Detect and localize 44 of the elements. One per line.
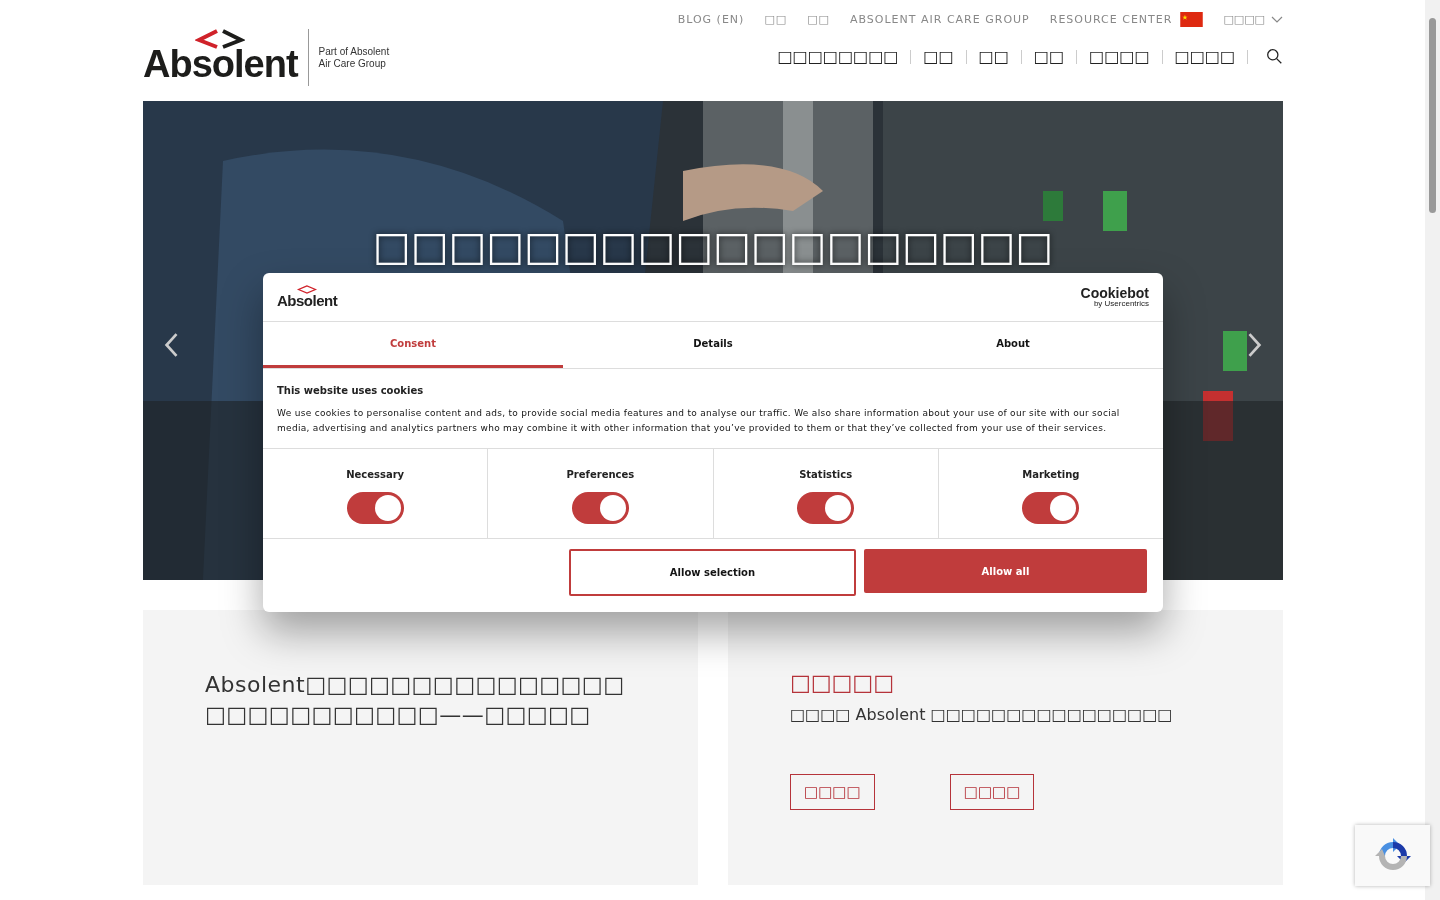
category-label: Statistics bbox=[799, 469, 853, 480]
recaptcha-badge[interactable] bbox=[1355, 825, 1430, 886]
cookiebot-logo: Cookiebot bbox=[1080, 286, 1149, 300]
logo-chevron-icon bbox=[195, 29, 246, 49]
nav-link[interactable]: □□□□ bbox=[1174, 47, 1235, 66]
nav-link[interactable]: □□□□ bbox=[1089, 47, 1150, 66]
scrollbar[interactable] bbox=[1425, 0, 1440, 900]
category-label: Marketing bbox=[1022, 469, 1080, 480]
toggle-switch[interactable] bbox=[346, 492, 404, 524]
intro-text: Absolent□□□□□□□□□□□□□□□□□□□□□□□□□□——□□□□□ bbox=[205, 671, 626, 729]
card-heading: □□□□□ bbox=[790, 670, 895, 695]
category-label: Necessary bbox=[346, 469, 405, 480]
hero-title: □□□□□□□□□□□□□□□□□□ bbox=[371, 223, 1055, 269]
top-link[interactable]: RESOURCE CENTER bbox=[1049, 13, 1173, 26]
top-link[interactable]: □□ bbox=[764, 13, 788, 26]
caret-icon bbox=[1271, 15, 1283, 24]
logo-tagline: Part of Absolent bbox=[318, 45, 390, 58]
absolent-logo: Absolent bbox=[277, 285, 338, 309]
toggle-switch[interactable] bbox=[571, 492, 629, 524]
nav-link[interactable]: □□ bbox=[923, 47, 954, 66]
search-icon[interactable] bbox=[1266, 48, 1283, 65]
language-select[interactable]: □□□□ bbox=[1223, 13, 1283, 26]
flag-icon bbox=[1180, 12, 1204, 27]
category-label: Preferences bbox=[566, 469, 635, 480]
dialog-tab[interactable]: Consent bbox=[263, 322, 563, 368]
consent-button[interactable]: Allow selection bbox=[569, 549, 856, 596]
nav-link[interactable]: □□ bbox=[1033, 47, 1065, 66]
card-text: □□□□ Absolent □□□□□□□□□□□□□□□□ bbox=[790, 705, 1174, 724]
toggle-switch[interactable] bbox=[797, 492, 855, 524]
logo-tagline: Air Care Group bbox=[318, 57, 387, 70]
nav-link[interactable]: □□□□□□□□ bbox=[777, 47, 899, 66]
top-link[interactable]: BLOG (EN) bbox=[677, 13, 745, 26]
logo-chevron-icon bbox=[296, 285, 319, 294]
cookiebot-tagline: by Usercentrics bbox=[1093, 300, 1149, 308]
nav-link[interactable]: □□ bbox=[978, 47, 1009, 66]
dialog-heading: This website uses cookies bbox=[277, 385, 425, 396]
card-button[interactable]: □□□□ bbox=[949, 774, 1035, 810]
absolent-logo[interactable]: Absolent bbox=[143, 29, 309, 86]
dialog-text: We use cookies to personalise content and ads, to provide social media features and to analyse our traffic. We also share information about your use of our site with our social media, advertising and analytics partners who may combine it with other information that you’ve provided to them or that they’ve collected from your use of their services. bbox=[277, 407, 1121, 435]
top-link[interactable]: □□ bbox=[807, 13, 830, 26]
consent-button[interactable]: Allow all bbox=[864, 549, 1147, 593]
toggle-switch[interactable] bbox=[1022, 492, 1080, 524]
card-button[interactable]: □□□□ bbox=[790, 774, 875, 810]
top-link[interactable]: ABSOLENT AIR CARE GROUP bbox=[849, 13, 1030, 26]
